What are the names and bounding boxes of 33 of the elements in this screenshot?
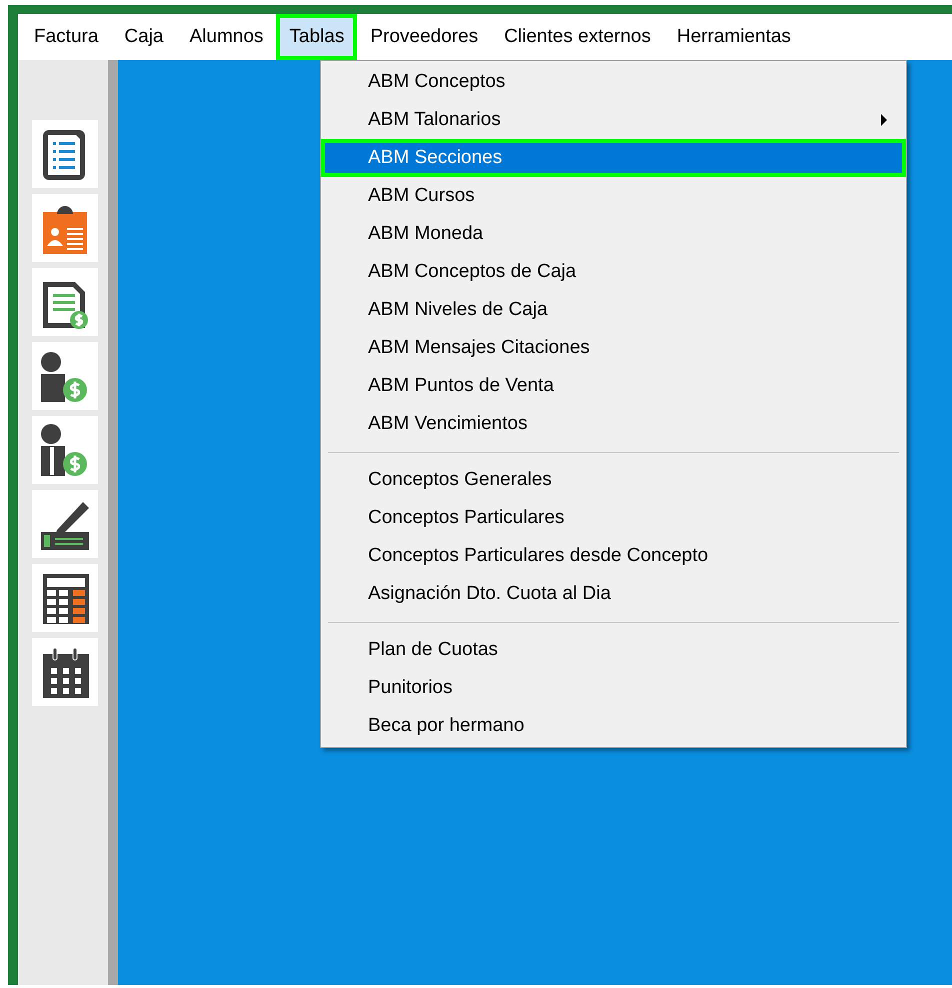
menu-option[interactable]: ABM Conceptos bbox=[321, 63, 906, 101]
menu-option[interactable]: Conceptos Generales bbox=[321, 461, 906, 499]
menu-option[interactable]: ABM Niveles de Caja bbox=[321, 291, 906, 329]
menu-option[interactable]: ABM Secciones bbox=[321, 139, 906, 177]
toolbar-button[interactable] bbox=[32, 638, 98, 706]
menu-option[interactable]: Plan de Cuotas bbox=[321, 631, 906, 669]
toolbar-button[interactable] bbox=[32, 268, 98, 336]
menu-item[interactable]: Clientes externos bbox=[491, 14, 664, 60]
menu-item[interactable]: Proveedores bbox=[357, 14, 492, 60]
toolbar-button[interactable] bbox=[32, 342, 98, 410]
menu-item[interactable]: Tablas bbox=[276, 14, 358, 60]
menu-option[interactable]: Conceptos Particulares bbox=[321, 499, 906, 537]
menu-option[interactable]: ABM Moneda bbox=[321, 215, 906, 253]
menu-option[interactable]: Asignación Dto. Cuota al Dia bbox=[321, 575, 906, 613]
menu-option[interactable]: ABM Cursos bbox=[321, 177, 906, 215]
menu-option[interactable]: ABM Mensajes Citaciones bbox=[321, 329, 906, 367]
menu-option[interactable]: ABM Vencimientos bbox=[321, 405, 906, 443]
toolbar-button[interactable] bbox=[32, 416, 98, 484]
menu-option[interactable]: Punitorios bbox=[321, 669, 906, 707]
toolbar-button[interactable] bbox=[32, 194, 98, 262]
menu-item[interactable]: Caja bbox=[111, 14, 176, 60]
menu-option[interactable]: Beca por hermano bbox=[321, 707, 906, 745]
menu-option[interactable]: ABM Conceptos de Caja bbox=[321, 253, 906, 291]
menu-option[interactable]: ABM Talonarios bbox=[321, 101, 906, 139]
toolbar-button[interactable] bbox=[32, 120, 98, 188]
menu-option[interactable]: ABM Puntos de Venta bbox=[321, 367, 906, 405]
menu-option[interactable]: Conceptos Particulares desde Concepto bbox=[321, 537, 906, 575]
menu-item[interactable]: Factura bbox=[21, 14, 112, 60]
toolbar-button[interactable] bbox=[32, 564, 98, 632]
menu-item[interactable]: Alumnos bbox=[176, 14, 276, 60]
submenu-arrow-icon bbox=[880, 114, 888, 126]
menu-item[interactable]: Herramientas bbox=[664, 14, 804, 60]
toolbar-button[interactable] bbox=[32, 490, 98, 558]
